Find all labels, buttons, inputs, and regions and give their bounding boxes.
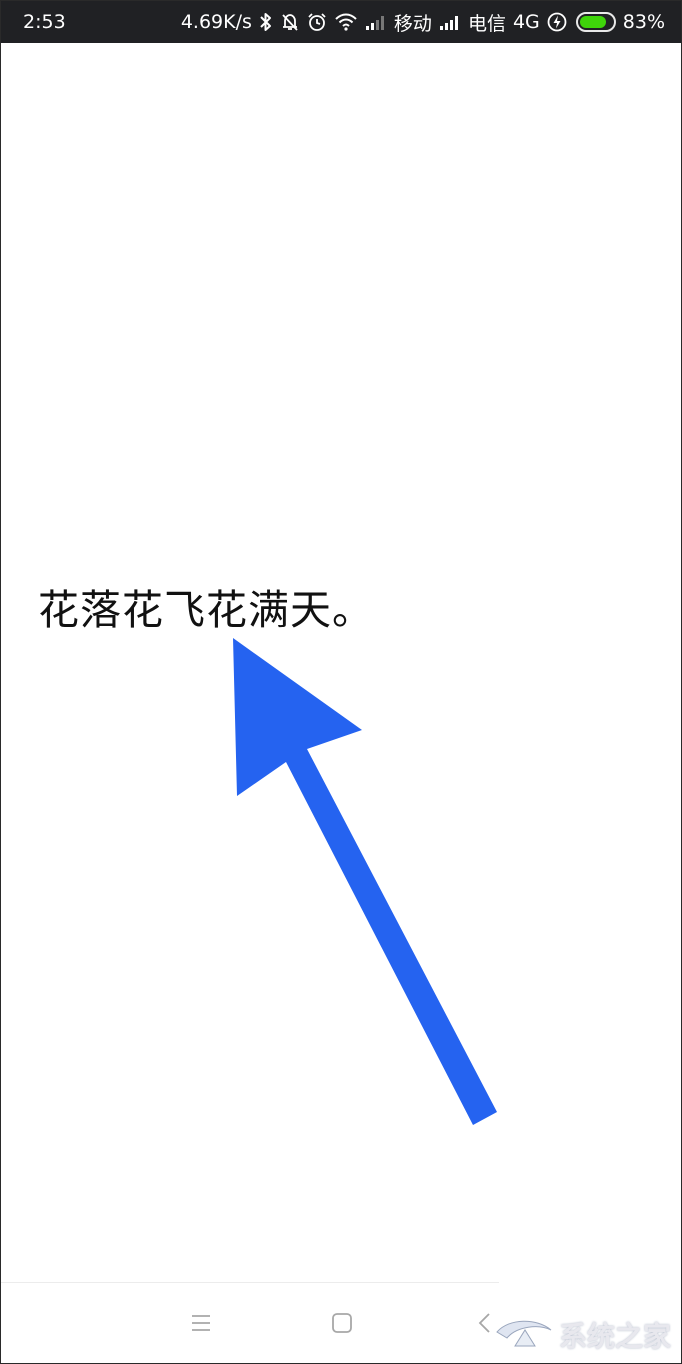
- watermark-text: 系统之家: [558, 1320, 671, 1353]
- phone-screen: 2:53 4.69K/s 移动 电信 4G 83% 花落花飞花满天。 系统之家: [0, 0, 682, 1364]
- home-icon[interactable]: [330, 1311, 354, 1339]
- menu-icon[interactable]: [189, 1311, 213, 1339]
- arrow-shape: [233, 638, 497, 1125]
- watermark: 系统之家: [493, 1315, 671, 1355]
- annotation-arrow-icon: [233, 638, 497, 1125]
- watermark-logo-icon: [493, 1316, 555, 1355]
